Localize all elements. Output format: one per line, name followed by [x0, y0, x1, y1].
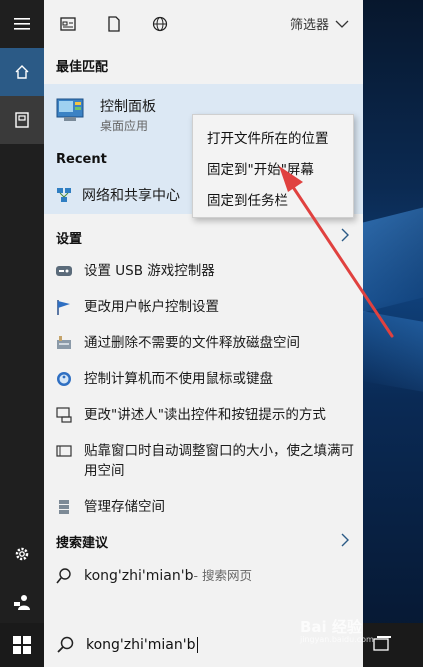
- settings-item[interactable]: 更改用户帐户控制设置: [56, 297, 356, 317]
- suggestions-heading: 搜索建议: [56, 536, 109, 551]
- suggestion-item[interactable]: kong'zhi'mian'b - 搜索网页: [56, 566, 356, 586]
- settings-button[interactable]: [0, 530, 44, 578]
- best-match-subtitle: 桌面应用: [100, 119, 149, 133]
- settings-item-label: 贴靠窗口时自动调整窗口的大小，使之填满可用空间: [84, 443, 354, 479]
- document-view-button[interactable]: [58, 14, 78, 34]
- filter-dropdown[interactable]: 筛选器: [290, 14, 349, 33]
- best-match-title: 控制面板: [100, 99, 156, 115]
- feedback-person-icon: [14, 595, 30, 610]
- web-button[interactable]: [150, 14, 170, 34]
- control-panel-icon: [56, 98, 84, 121]
- chevron-down-icon: [335, 20, 349, 28]
- settings-item[interactable]: 控制计算机而不使用鼠标或键盘: [56, 369, 356, 389]
- settings-item-label: 管理存储空间: [84, 499, 165, 515]
- settings-item[interactable]: 管理存储空间: [56, 497, 356, 517]
- home-button[interactable]: [0, 48, 44, 96]
- settings-item-label: 设置 USB 游戏控制器: [84, 263, 215, 279]
- suggestion-query: kong'zhi'mian'b: [84, 568, 194, 584]
- search-results-panel: 筛选器 最佳匹配 控制面板 桌面应用 Recent 网络和共享中心 设置 设置 …: [44, 0, 363, 623]
- start-rail: [0, 0, 44, 623]
- file-icon: [108, 16, 120, 32]
- network-icon: [57, 188, 71, 202]
- file-button[interactable]: [104, 14, 124, 34]
- settings-heading: 设置: [56, 232, 83, 247]
- settings-item[interactable]: 通过删除不需要的文件释放磁盘空间: [56, 333, 356, 353]
- gear-icon: [15, 547, 29, 561]
- suggestion-suffix: - 搜索网页: [193, 568, 252, 583]
- context-menu: 打开文件所在的位置 固定到"开始"屏幕 固定到任务栏: [192, 114, 354, 218]
- task-view-icon[interactable]: [372, 635, 392, 655]
- settings-item-label: 更改用户帐户控制设置: [84, 299, 219, 315]
- light-beam: [363, 195, 423, 315]
- recent-item-label: 网络和共享中心: [82, 188, 180, 204]
- storage-icon: [59, 500, 69, 514]
- chevron-right-icon[interactable]: [341, 532, 349, 551]
- search-icon: [56, 568, 71, 584]
- settings-item-label: 更改"讲述人"读出控件和按钮提示的方式: [84, 407, 326, 423]
- recent-heading: Recent: [56, 152, 107, 167]
- flag-icon: [57, 300, 70, 315]
- settings-item[interactable]: 贴靠窗口时自动调整窗口的大小，使之填满可用空间: [56, 441, 356, 481]
- disk-cleanup-icon: [57, 336, 71, 349]
- narrator-icon: [56, 407, 72, 423]
- recent-item[interactable]: 网络和共享中心: [56, 185, 180, 205]
- settings-item-label: 控制计算机而不使用鼠标或键盘: [84, 371, 273, 387]
- watermark-text: Bai 经验: [300, 618, 362, 636]
- notebook-button[interactable]: [0, 96, 44, 144]
- ctx-open-file-location[interactable]: 打开文件所在的位置: [193, 121, 353, 152]
- best-match-heading: 最佳匹配: [56, 60, 109, 75]
- filter-toolbar: 筛选器: [44, 0, 363, 48]
- light-beam: [363, 309, 423, 401]
- windows-logo-icon: [13, 636, 31, 654]
- home-icon: [15, 65, 29, 79]
- text-caret: [197, 637, 199, 653]
- watermark: Bai 经验 jingyan.baidu.com: [300, 616, 374, 644]
- ctx-pin-to-start[interactable]: 固定到"开始"屏幕: [193, 152, 353, 183]
- search-icon: [57, 636, 74, 653]
- gamepad-icon: [56, 266, 72, 276]
- watermark-sub: jingyan.baidu.com: [300, 635, 374, 644]
- hamburger-menu-button[interactable]: [0, 0, 44, 48]
- ease-of-access-icon: [57, 372, 71, 386]
- document-view-icon: [60, 17, 76, 31]
- snap-window-icon: [56, 445, 72, 457]
- ctx-pin-to-taskbar[interactable]: 固定到任务栏: [193, 183, 353, 214]
- search-input[interactable]: kong'zhi'mian'b: [86, 637, 195, 653]
- desktop-background: [363, 0, 423, 667]
- notebook-icon: [15, 112, 29, 128]
- start-button[interactable]: [0, 623, 44, 667]
- feedback-button[interactable]: [0, 578, 44, 626]
- settings-item[interactable]: 设置 USB 游戏控制器: [56, 261, 356, 281]
- globe-icon: [152, 16, 168, 32]
- chevron-right-icon[interactable]: [341, 227, 349, 246]
- settings-item-label: 通过删除不需要的文件释放磁盘空间: [84, 335, 300, 351]
- settings-item[interactable]: 更改"讲述人"读出控件和按钮提示的方式: [56, 405, 356, 425]
- hamburger-icon: [14, 18, 30, 30]
- filter-label: 筛选器: [289, 18, 329, 33]
